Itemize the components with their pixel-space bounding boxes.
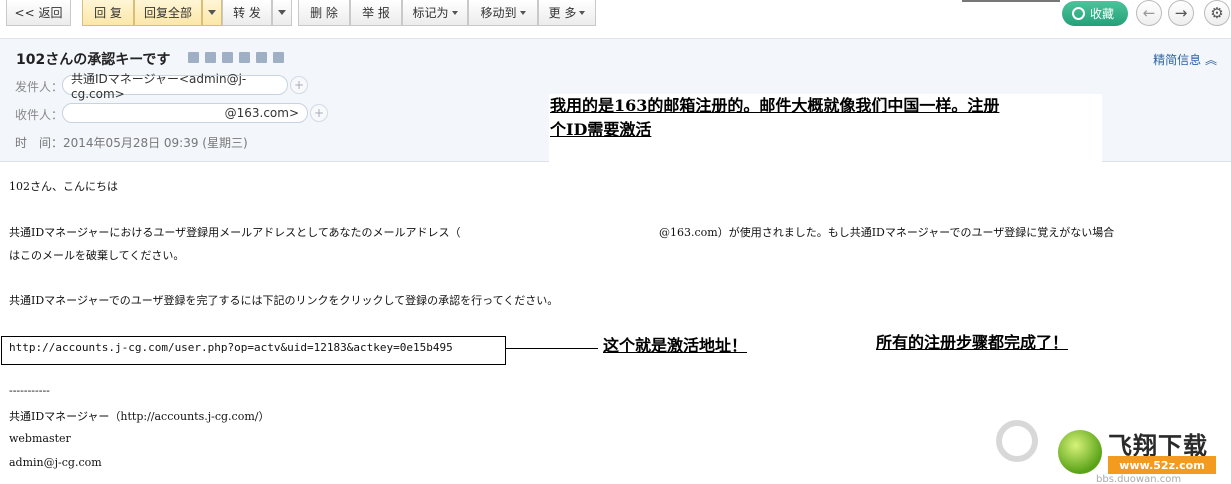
activation-link-box: http://accounts.j-cg.com/user.php?op=act… — [1, 336, 506, 365]
sender-label: 发件人： — [15, 80, 64, 94]
popout-icon[interactable] — [273, 52, 284, 63]
arrow-left-icon: ← — [1142, 4, 1156, 22]
back-button[interactable]: << 返回 — [6, 0, 71, 26]
signature-role: webmaster — [9, 432, 71, 445]
chevron-down-icon — [579, 10, 586, 15]
time-row: 时 间：2014年05月28日 09:39 (星期三) — [15, 136, 248, 150]
forward-button[interactable]: 转 发 — [222, 0, 272, 26]
add-contact-icon[interactable]: + — [290, 76, 308, 94]
delete-button[interactable]: 删 除 — [298, 0, 350, 26]
chevron-down-icon — [208, 10, 216, 15]
detail-toggle-link[interactable]: 精简信息 ︽ — [1153, 51, 1217, 68]
reply-dropdown-button[interactable] — [202, 0, 222, 26]
favorite-icon — [1072, 7, 1085, 20]
body-para1-line2: はこのメールを破棄してください。 — [9, 249, 185, 262]
gear-icon: ⚙ — [1210, 4, 1224, 22]
watermark: 飞翔下载 www.52z.com bbs.duowan.com — [996, 420, 1231, 484]
prev-mail-button[interactable]: ← — [1136, 0, 1162, 26]
body-para1-line1: 共通IDマネージャーにおけるユーザ登録用メールアドレスとしてあなたのメールアドレ… — [9, 226, 461, 239]
annotation-connector — [506, 348, 598, 349]
print-icon[interactable] — [256, 52, 267, 63]
report-button[interactable]: 举 报 — [350, 0, 402, 26]
chevron-down-icon — [278, 10, 286, 15]
body-para1-email: @163.com）が使用されました。もし共通IDマネージャーでのユーザ登録に覚え… — [659, 226, 1115, 239]
toolbar: << 返回 回 复 回复全部 转 发 删 除 举 报 标记为 移动到 更 多 收… — [0, 0, 1231, 28]
watermark-d-logo-icon — [996, 420, 1038, 462]
reply-all-button[interactable]: 回复全部 — [134, 0, 202, 26]
tag-icon[interactable] — [188, 52, 199, 63]
annotation-activation: 这个就是激活地址！ — [603, 336, 748, 355]
body-para2: 共通IDマネージャーでのユーザ登録を完了するには下記のリンクをクリックして登録の… — [9, 294, 559, 307]
chevron-up-icon: ︽ — [1204, 53, 1217, 67]
mail-subject: 102さんの承認キーです — [16, 52, 171, 68]
sender-pill[interactable]: 共通IDマネージャー<admin@j-cg.com> — [62, 72, 288, 101]
next-mail-button[interactable]: → — [1168, 0, 1194, 26]
activation-link[interactable]: http://accounts.j-cg.com/user.php?op=act… — [9, 341, 453, 354]
settings-button[interactable]: ⚙ — [1204, 0, 1230, 26]
watermark-small: bbs.duowan.com — [1096, 474, 1182, 484]
mark-as-button[interactable]: 标记为 — [402, 0, 468, 26]
forward-dropdown-button[interactable] — [272, 0, 292, 26]
watermark-ball-logo-icon — [1058, 430, 1102, 474]
arrow-right-icon: → — [1174, 4, 1188, 22]
signature-email: admin@j-cg.com — [9, 456, 102, 469]
signature-separator: ----------- — [9, 384, 50, 397]
annotation-done: 所有的注册步骤都完成了！ — [876, 333, 1069, 352]
annotation-top: 我用的是163的邮箱注册的。邮件大概就像我们中国一样。注册 个ID需要激活 — [549, 94, 1102, 162]
favorite-button[interactable]: 收藏 — [1062, 1, 1128, 26]
move-to-button[interactable]: 移动到 — [468, 0, 538, 26]
recipient-pill[interactable]: @163.com> — [62, 103, 308, 123]
chevron-down-icon — [519, 10, 526, 15]
body-greeting: 102さん、こんにちは — [9, 180, 118, 193]
add-contact-icon[interactable]: + — [310, 104, 328, 122]
recipient-label: 收件人： — [15, 108, 64, 122]
more-button[interactable]: 更 多 — [538, 0, 596, 26]
calendar-icon[interactable] — [222, 52, 233, 63]
flag-icon[interactable] — [205, 52, 216, 63]
note-icon[interactable] — [239, 52, 250, 63]
watermark-url: www.52z.com — [1108, 456, 1216, 474]
chevron-down-icon — [451, 10, 458, 15]
tooltip-shadow — [962, 0, 1060, 2]
subject-icons — [188, 52, 284, 63]
signature-name: 共通IDマネージャー（http://accounts.j-cg.com/） — [9, 410, 270, 423]
reply-button[interactable]: 回 复 — [82, 0, 134, 26]
